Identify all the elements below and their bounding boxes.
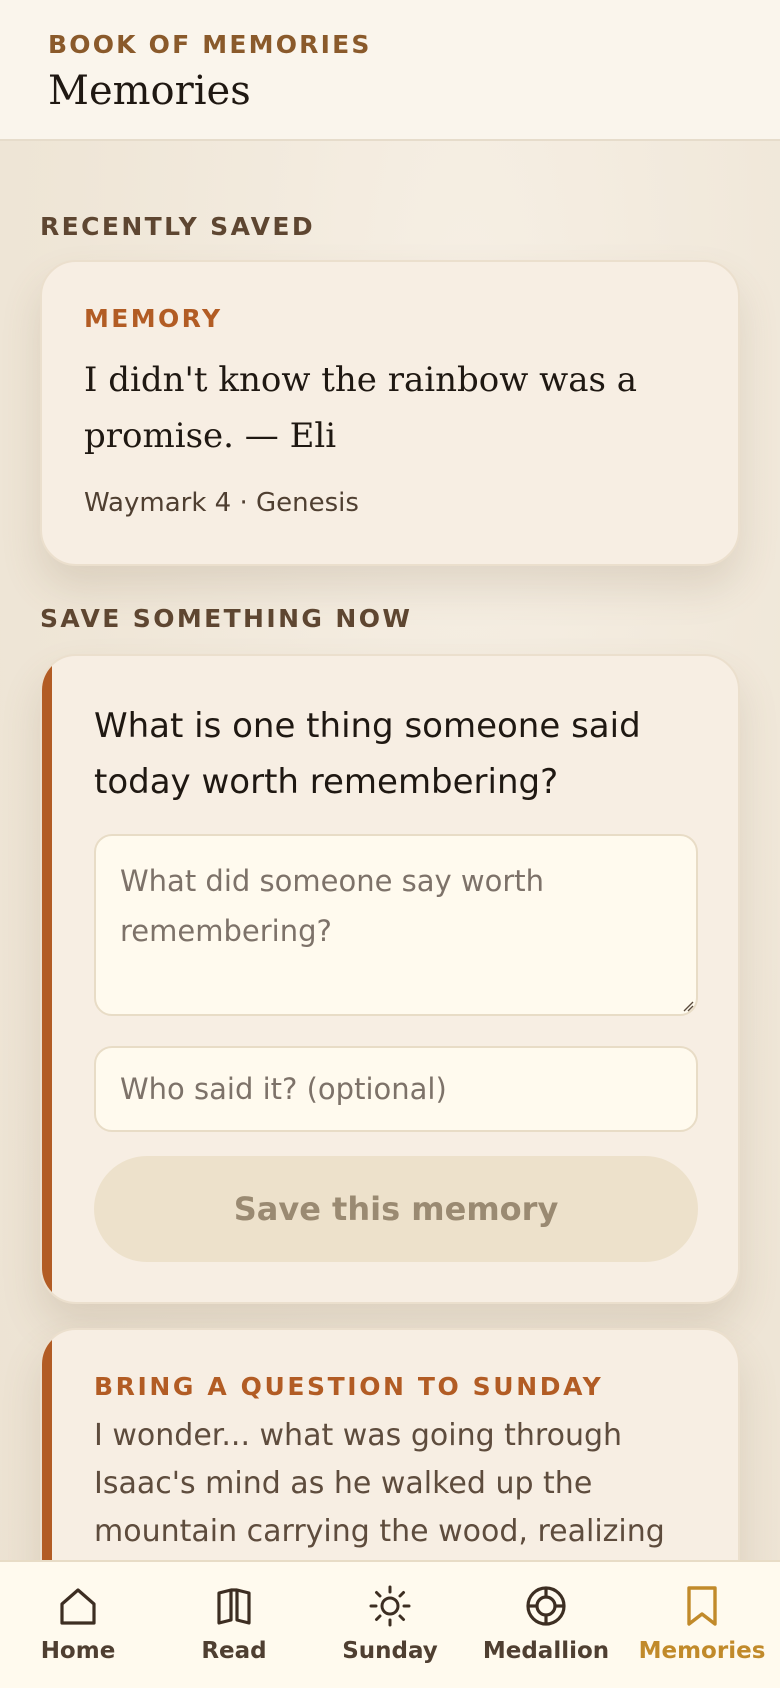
save-prompt: What is one thing someone said today wor… xyxy=(94,706,641,802)
recent-memory-card[interactable]: MEMORY I didn't know the rainbow was a p… xyxy=(40,260,740,566)
nav-label-memories: Memories xyxy=(638,1638,766,1664)
nav-label-home: Home xyxy=(40,1638,116,1664)
app-header: BOOK OF MEMORIES Memories xyxy=(0,0,780,141)
memories-screen: BOOK OF MEMORIES Memories RECENTLY SAVED… xyxy=(0,0,780,1688)
resize-handle-icon[interactable] xyxy=(682,1000,694,1012)
save-memory-button[interactable]: Save this memory xyxy=(94,1156,698,1262)
medallion-icon xyxy=(526,1586,566,1626)
question-text: I wonder... what was going through Isaac… xyxy=(94,1418,665,1549)
nav-label-read: Read xyxy=(201,1638,267,1664)
question-tag: BRING A QUESTION TO SUNDAY xyxy=(94,1372,604,1401)
save-something-label: SAVE SOMETHING NOW xyxy=(40,604,413,633)
memory-quote: I didn't know the rainbow was a promise.… xyxy=(84,360,638,456)
memory-tag: MEMORY xyxy=(84,304,223,333)
nav-item-home[interactable]: Home xyxy=(0,1562,156,1688)
nav-item-read[interactable]: Read xyxy=(156,1562,312,1688)
memory-textarea[interactable] xyxy=(94,834,698,1016)
page-title: Memories xyxy=(48,68,251,114)
book-icon xyxy=(217,1588,251,1625)
sun-icon xyxy=(369,1585,411,1627)
nav-label-medallion: Medallion xyxy=(482,1638,610,1664)
home-icon xyxy=(60,1588,96,1625)
speaker-input[interactable] xyxy=(94,1046,698,1132)
nav-item-medallion[interactable]: Medallion xyxy=(468,1562,624,1688)
accent-bar xyxy=(42,656,52,1302)
nav-label-sunday: Sunday xyxy=(342,1638,438,1664)
bottom-nav: Home Read Sunday Medallion Memories xyxy=(0,1560,780,1688)
save-memory-card: What is one thing someone said today wor… xyxy=(40,654,740,1304)
bookmark-icon xyxy=(687,1586,717,1626)
recently-saved-label: RECENTLY SAVED xyxy=(40,212,316,241)
nav-item-memories[interactable]: Memories xyxy=(624,1562,780,1688)
memory-meta: Waymark 4 · Genesis xyxy=(84,488,359,518)
nav-item-sunday[interactable]: Sunday xyxy=(312,1562,468,1688)
app-eyebrow: BOOK OF MEMORIES xyxy=(48,30,372,59)
